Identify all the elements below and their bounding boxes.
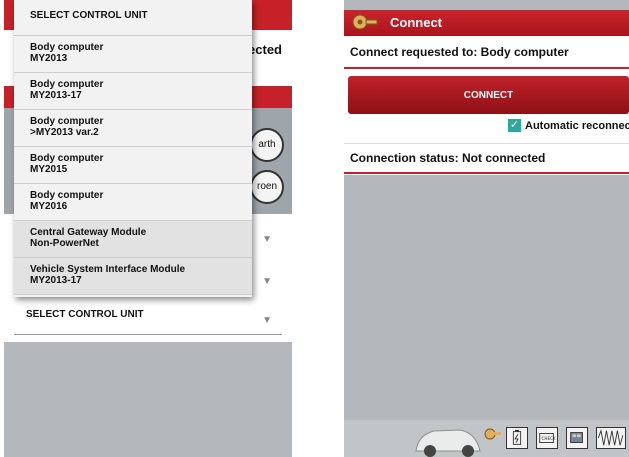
menu-item-variant: MY2015 [30,164,68,175]
auto-reconnect-checkbox[interactable]: ✓ [508,119,521,132]
connect-title-bar: Connect [344,10,629,36]
divider [344,67,629,69]
chevron-down-icon[interactable]: ▼ [262,276,272,287]
page-title: Connect [390,15,442,30]
brand-button[interactable]: roen [250,170,284,204]
menu-item-name: Body computer [30,42,104,53]
menu-item-variant: >MY2013 var.2 [30,127,99,138]
menu-item[interactable]: Body computer MY2015 [14,147,252,184]
brand-button[interactable]: arth [250,128,284,162]
connected-text: ected [248,42,282,57]
menu-item[interactable]: Body computer MY2016 [14,184,252,221]
menu-item-name: Central Gateway Module [30,227,147,238]
control-unit-menu: SELECT CONTROL UNIT Body computer MY2013 … [14,0,252,297]
chevron-down-icon[interactable]: ▼ [262,315,272,326]
menu-item-variant: Non-PowerNet [30,238,99,249]
key-icon[interactable] [484,426,502,442]
connection-status-text: Connection status: Not connected [350,151,546,165]
connect-requested-text: Connect requested to: Body computer [350,45,569,59]
dropdown-underline [14,334,282,335]
menu-header: SELECT CONTROL UNIT [14,0,252,36]
chevron-down-icon[interactable]: ▼ [262,234,272,245]
key-icon [352,14,378,30]
engine-icon[interactable] [566,427,588,449]
menu-item-name: Body computer [30,153,104,164]
menu-item-name: Body computer [30,116,104,127]
select-control-unit-dropdown[interactable]: SELECT CONTROL UNIT [26,309,144,320]
connect-button[interactable]: CONNECT [348,76,629,114]
divider [344,172,629,174]
menu-item-name: Vehicle System Interface Module [30,264,186,275]
menu-item-variant: MY2013 [30,53,68,64]
left-screen: ected arth roen ▼ ▼ ▼ SELECT CONTROL UNI… [4,0,292,457]
battery-icon[interactable] [506,427,528,449]
menu-item[interactable]: Body computer MY2013-17 [14,73,252,110]
divider [344,143,629,144]
check-engine-icon[interactable]: CHECK [536,427,558,449]
svg-text:CHECK: CHECK [542,436,556,441]
menu-item[interactable]: Central Gateway Module Non-PowerNet [14,221,252,258]
waveform-icon[interactable] [596,427,626,449]
car-icon [415,429,481,457]
auto-reconnect-label: Automatic reconnect [525,120,629,132]
menu-item[interactable]: Body computer >MY2013 var.2 [14,110,252,147]
menu-item-name: Body computer [30,190,104,201]
menu-item-variant: MY2013-17 [30,90,82,101]
menu-item[interactable]: Vehicle System Interface Module MY2013-17 [14,258,252,295]
right-screen: Connect Connect requested to: Body compu… [344,0,629,457]
menu-item[interactable]: Body computer MY2013 [14,36,252,73]
menu-item-variant: MY2013-17 [30,275,82,286]
menu-item-name: Body computer [30,79,104,90]
menu-item-variant: MY2016 [30,201,68,212]
